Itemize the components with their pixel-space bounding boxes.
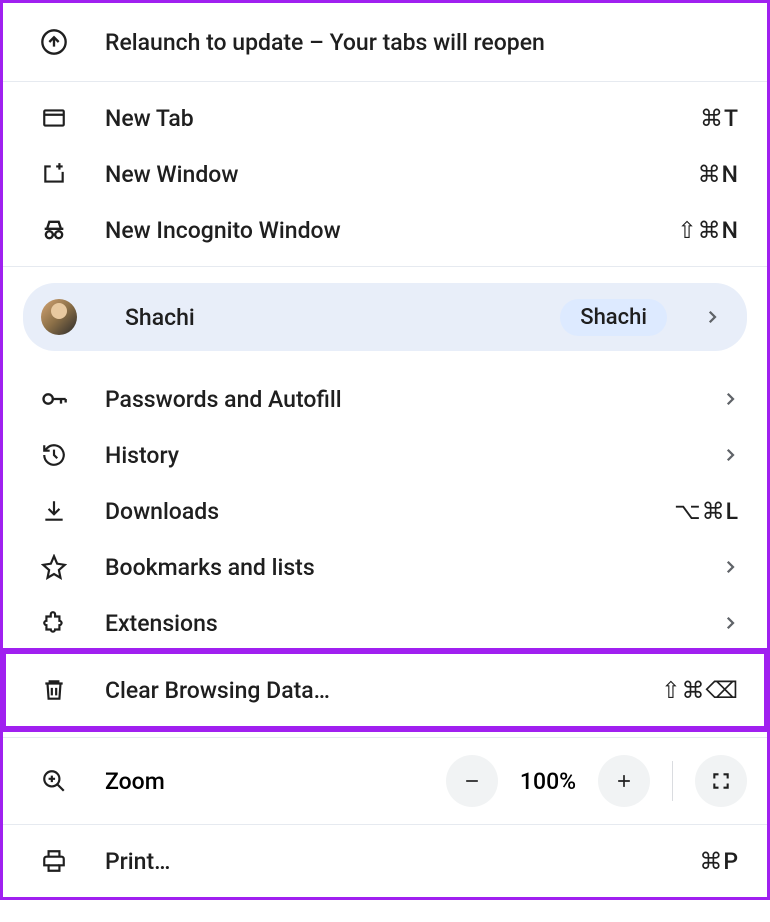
- avatar: [41, 299, 77, 335]
- incognito-icon: [39, 215, 69, 245]
- history-label: History: [105, 442, 721, 469]
- passwords-item[interactable]: Passwords and Autofill: [3, 371, 767, 427]
- print-shortcut: ⌘P: [699, 848, 739, 875]
- profile-label: Shachi: [125, 304, 560, 331]
- relaunch-update-item[interactable]: Relaunch to update – Your tabs will reop…: [3, 3, 767, 81]
- zoom-section: Zoom 100%: [3, 737, 767, 824]
- print-section: Print… ⌘P: [3, 824, 767, 897]
- new-window-label: New Window: [105, 161, 698, 188]
- key-icon: [39, 384, 69, 414]
- star-icon: [39, 552, 69, 582]
- passwords-label: Passwords and Autofill: [105, 386, 721, 413]
- clear-browsing-data-shortcut: ⇧⌘⌫: [661, 677, 739, 704]
- new-section: New Tab ⌘T New Window ⌘N New Incognito W…: [3, 81, 767, 266]
- fullscreen-button[interactable]: [695, 755, 747, 807]
- relaunch-update-label: Relaunch to update – Your tabs will reop…: [105, 29, 739, 56]
- new-incognito-shortcut: ⇧⌘N: [677, 217, 739, 244]
- new-incognito-item[interactable]: New Incognito Window ⇧⌘N: [3, 202, 767, 258]
- new-tab-label: New Tab: [105, 105, 700, 132]
- clear-browsing-data-label: Clear Browsing Data…: [105, 677, 661, 704]
- downloads-label: Downloads: [105, 498, 674, 525]
- profile-item[interactable]: Shachi Shachi: [23, 283, 747, 351]
- history-icon: [39, 440, 69, 470]
- download-icon: [39, 496, 69, 526]
- new-incognito-label: New Incognito Window: [105, 217, 677, 244]
- downloads-item[interactable]: Downloads ⌥⌘L: [3, 483, 767, 539]
- divider: [672, 761, 673, 801]
- print-icon: [39, 846, 69, 876]
- extensions-item[interactable]: Extensions: [3, 595, 767, 651]
- chevron-right-icon: [721, 446, 739, 464]
- extensions-label: Extensions: [105, 610, 721, 637]
- profile-section: Shachi Shachi Passwords and Autofill His…: [3, 266, 767, 737]
- tab-icon: [39, 103, 69, 133]
- new-tab-item[interactable]: New Tab ⌘T: [3, 90, 767, 146]
- zoom-in-button[interactable]: [598, 755, 650, 807]
- new-window-shortcut: ⌘N: [698, 161, 739, 188]
- new-window-item[interactable]: New Window ⌘N: [3, 146, 767, 202]
- chevron-right-icon: [703, 308, 721, 326]
- zoom-out-button[interactable]: [446, 755, 498, 807]
- print-item[interactable]: Print… ⌘P: [3, 833, 767, 889]
- history-item[interactable]: History: [3, 427, 767, 483]
- bookmarks-label: Bookmarks and lists: [105, 554, 721, 581]
- zoom-value: 100%: [514, 768, 582, 795]
- print-label: Print…: [105, 848, 699, 875]
- chevron-right-icon: [721, 558, 739, 576]
- trash-icon: [39, 675, 69, 705]
- new-window-icon: [39, 159, 69, 189]
- zoom-row: Zoom 100%: [3, 738, 767, 824]
- profile-badge: Shachi: [560, 299, 667, 336]
- clear-browsing-data-item[interactable]: Clear Browsing Data… ⇧⌘⌫: [3, 651, 767, 729]
- chevron-right-icon: [721, 390, 739, 408]
- chevron-right-icon: [721, 614, 739, 632]
- downloads-shortcut: ⌥⌘L: [674, 498, 739, 525]
- chrome-menu: Relaunch to update – Your tabs will reop…: [0, 0, 770, 900]
- zoom-icon: [39, 766, 69, 796]
- extension-icon: [39, 608, 69, 638]
- zoom-controls: 100%: [446, 755, 747, 807]
- update-arrow-icon: [39, 27, 69, 57]
- zoom-label: Zoom: [105, 768, 446, 795]
- new-tab-shortcut: ⌘T: [700, 105, 739, 132]
- bookmarks-item[interactable]: Bookmarks and lists: [3, 539, 767, 595]
